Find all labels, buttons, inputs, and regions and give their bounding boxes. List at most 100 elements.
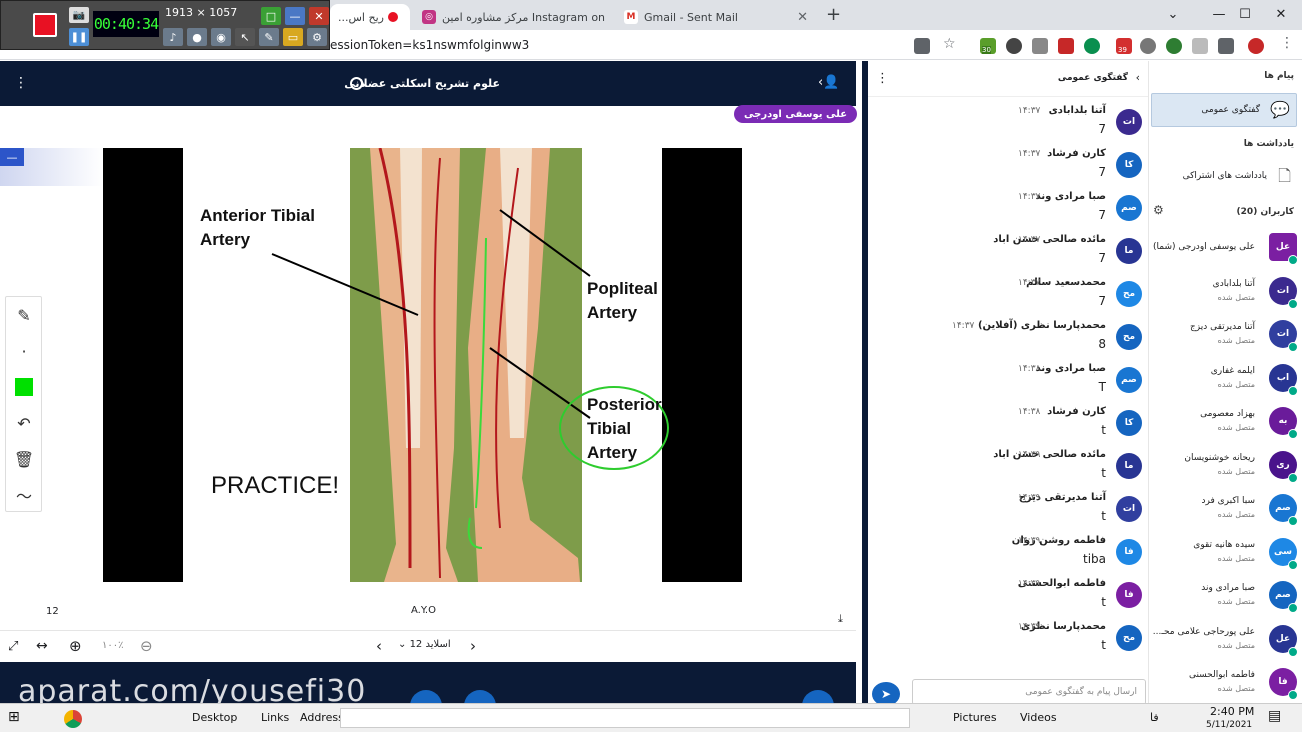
user-list-item[interactable]: سی سیده هانیه تقوی متصل شده — [1149, 532, 1302, 576]
windows-start-icon[interactable]: ⊞ — [8, 709, 20, 725]
user-list-item[interactable]: صم سبا اکبری فرد متصل شده — [1149, 488, 1302, 532]
message-text: 8 — [1098, 337, 1106, 351]
taskbar-videos[interactable]: Videos — [1020, 711, 1057, 724]
taskbar-clock[interactable]: 2:40 PM — [1210, 705, 1254, 718]
camera-icon[interactable] — [914, 38, 930, 54]
previous-slide-icon[interactable]: ‹ — [376, 637, 382, 655]
message-sender: صبا مرادی وند — [1035, 191, 1106, 202]
online-status-icon — [1288, 298, 1298, 309]
user-list-item[interactable]: اب ایلمه غفاری متصل شده — [1149, 358, 1302, 402]
user-avatar: ات — [1116, 496, 1142, 522]
annotation-layer — [271, 209, 669, 470]
message-text: t — [1101, 638, 1106, 652]
taskbar-date[interactable]: 5/11/2021 — [1206, 720, 1252, 730]
adblock-icon[interactable] — [1192, 38, 1208, 54]
taskbar-address[interactable]: Address — [300, 711, 344, 724]
extension-badge-icon[interactable]: 30 — [980, 38, 996, 54]
document-icon: 🗋 — [1278, 166, 1291, 185]
chat-message: ما مائده صالحی حسن اباد ۱۴:۳۹ t — [868, 447, 1148, 489]
puzzle-icon[interactable] — [1218, 38, 1234, 54]
user-list-item[interactable]: عل علی یوسفی اودرجی (شما) — [1149, 227, 1302, 271]
shield-icon[interactable] — [1006, 38, 1022, 54]
public-chat-label: گفتگوی عمومی — [1201, 105, 1260, 115]
download-icon[interactable]: ⤓ — [838, 612, 843, 626]
chat-message: صم صبا مرادی وند ۱۴:۳۸ T — [868, 361, 1148, 403]
chat-input[interactable]: ارسال پیام به گفتگوی عمومی — [912, 679, 1146, 705]
message-time: ۱۴:۳۹ — [1018, 493, 1041, 503]
pencil-icon[interactable]: ✎ — [12, 303, 36, 327]
chat-message: مح محمدسعید سالم ۱۴:۳۷ 7 — [868, 275, 1148, 317]
tab-search-icon[interactable]: ⌄ — [1150, 0, 1196, 28]
lock-icon[interactable] — [1032, 38, 1048, 54]
user-avatar: صم — [1116, 367, 1142, 393]
taskbar-pictures[interactable]: Pictures — [953, 711, 997, 724]
close-window-button[interactable]: ✕ — [1258, 0, 1302, 28]
globe-icon[interactable] — [1166, 38, 1182, 54]
slide-page-number: 12 — [46, 606, 59, 617]
user-list-item[interactable]: عل علی پورحاجی علامی محـ... متصل شده — [1149, 619, 1302, 663]
chat-options-icon[interactable]: ⋮ — [876, 71, 889, 86]
message-time: ۱۴:۳۷ — [1018, 235, 1041, 245]
message-text: t — [1101, 423, 1106, 437]
zoom-in-icon[interactable]: ⊕ — [69, 637, 82, 655]
color-picker[interactable] — [12, 375, 36, 399]
shared-notes-item[interactable]: یادداشت های اشتراکی 🗋 — [1149, 161, 1302, 191]
more-menu-icon[interactable]: ⋮ — [1280, 35, 1294, 51]
message-sender: صبا مرادی وند — [1035, 363, 1106, 374]
message-text: 7 — [1098, 251, 1106, 265]
trash-icon[interactable]: 🗑 — [12, 447, 36, 471]
user-name: فاطمه ابوالحسنی — [1188, 670, 1255, 680]
taskbar-links[interactable]: Links — [261, 711, 289, 724]
user-list-item[interactable]: فا فاطمه ابوالحسنی متصل شده — [1149, 662, 1302, 706]
bookmark-star-icon[interactable]: ☆ — [943, 36, 956, 52]
user-list-item[interactable]: ات آتنا مدیرتقی دیزج متصل شده — [1149, 314, 1302, 358]
public-chat-item[interactable]: گفتگوی عمومی 💬 — [1151, 93, 1297, 127]
user-list-item[interactable]: ات آتنا بلدابادی متصل شده — [1149, 271, 1302, 315]
profile-avatar[interactable] — [1248, 38, 1264, 54]
drawing-toolbox: ✎ · ↶ 🗑 〜 — [5, 296, 42, 512]
user-list-item[interactable]: به بهزاد معصومی متصل شده — [1149, 401, 1302, 445]
brush-size-icon[interactable]: · — [12, 339, 36, 363]
pdf-icon[interactable] — [1058, 38, 1074, 54]
language-indicator[interactable]: فا — [1150, 711, 1159, 724]
grammarly-icon[interactable] — [1084, 38, 1100, 54]
online-status-icon — [1288, 342, 1298, 352]
slide-select-dropdown[interactable]: ⌄ اسلاید 12 — [398, 639, 451, 650]
mail-extension-icon[interactable]: 39 — [1116, 38, 1132, 54]
online-status-icon — [1288, 646, 1298, 657]
undo-icon[interactable]: ↶ — [12, 411, 36, 435]
message-text: t — [1101, 509, 1106, 523]
user-list-item[interactable]: صم صبا مرادی وند متصل شده — [1149, 575, 1302, 619]
fullscreen-icon[interactable]: ⤢ — [8, 639, 18, 654]
user-avatar: فا — [1116, 582, 1142, 608]
chrome-taskbar-icon[interactable] — [64, 710, 82, 728]
taskbar-address-field[interactable] — [340, 708, 910, 728]
message-text: 7 — [1098, 122, 1106, 136]
message-sender: مائده صالحی حسن اباد — [993, 449, 1106, 460]
message-time: ۱۴:۳۷ — [1018, 192, 1041, 202]
taskbar-desktop[interactable]: Desktop — [192, 711, 237, 724]
fit-width-icon[interactable]: ↔ — [36, 638, 48, 654]
online-status-icon — [1288, 516, 1298, 526]
user-avatar: فا — [1116, 539, 1142, 565]
gear-icon[interactable]: ⚙ — [1153, 203, 1164, 217]
message-text: T — [1098, 380, 1106, 394]
message-time: ۱۴:۳۹ — [1018, 450, 1041, 460]
notification-icon[interactable]: ▤ — [1268, 708, 1281, 724]
next-slide-icon[interactable]: › — [470, 637, 476, 655]
user-avatar: صم — [1116, 195, 1142, 221]
message-time: ۱۴:۳۸ — [1018, 364, 1041, 374]
whiteboard-icon[interactable]: 〜 — [12, 483, 36, 507]
slide-footer: A.Y.O — [411, 605, 436, 616]
chevron-left-icon[interactable]: ‹ — [1136, 71, 1140, 84]
sync-icon[interactable] — [1140, 38, 1156, 54]
user-list-item[interactable]: ری ریحانه خوشنویسان متصل شده — [1149, 445, 1302, 489]
chat-message: ما مائده صالحی حسن اباد ۱۴:۳۷ 7 — [868, 232, 1148, 274]
online-status-icon — [1288, 255, 1298, 265]
user-avatar: ات — [1116, 109, 1142, 135]
zoom-out-icon[interactable]: ⊖ — [140, 637, 153, 655]
label-popliteal-artery: Popliteal Artery — [587, 279, 658, 322]
label-posterior-tibial-artery: Posterior Tibial Artery — [587, 395, 662, 462]
chat-message: فا فاطمه روشن روان ۱۴:۳۹ tiba — [868, 533, 1148, 575]
online-status-icon — [1288, 429, 1298, 439]
